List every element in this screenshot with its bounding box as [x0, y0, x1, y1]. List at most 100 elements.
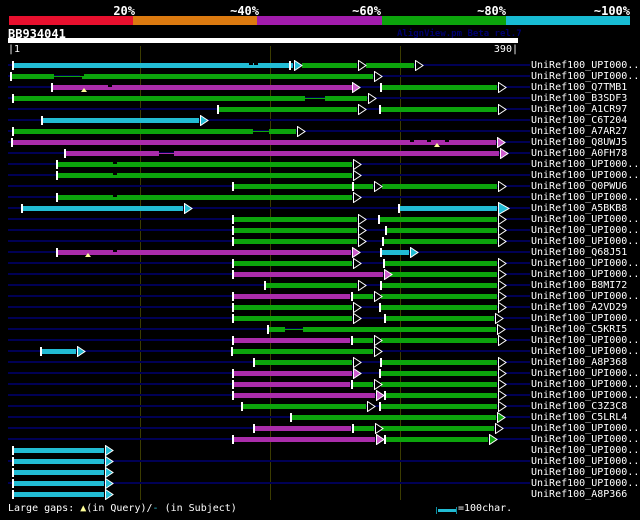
alignment-arrow-icon[interactable]: [498, 236, 507, 247]
alignment-bar[interactable]: [385, 316, 494, 321]
alignment-bar[interactable]: [233, 261, 352, 266]
alignment-bar[interactable]: [381, 426, 494, 431]
alignment-arrow-icon[interactable]: [358, 236, 367, 247]
subject-label[interactable]: UniRef100_A8P368: [531, 357, 627, 368]
alignment-arrow-icon[interactable]: [500, 148, 509, 159]
alignment-arrow-icon[interactable]: [489, 434, 498, 445]
subject-label[interactable]: UniRef100_C5LRL4: [531, 412, 627, 423]
alignment-arrow-icon[interactable]: [200, 115, 209, 126]
subject-label[interactable]: UniRef100_UPI000..: [531, 379, 639, 390]
subject-label[interactable]: UniRef100_UPI000..: [531, 258, 639, 269]
subject-label[interactable]: UniRef100_A1CR97: [531, 104, 627, 115]
alignment-arrow-icon[interactable]: [498, 291, 507, 302]
alignment-arrow-icon[interactable]: [358, 214, 367, 225]
subject-label[interactable]: UniRef100_A2VD29: [531, 302, 627, 313]
alignment-arrow-icon[interactable]: [498, 181, 507, 192]
alignment-arrow-icon[interactable]: [353, 170, 362, 181]
alignment-arrow-icon[interactable]: [368, 93, 377, 104]
alignment-arrow-icon[interactable]: [498, 302, 507, 313]
alignment-arrow-icon[interactable]: [374, 181, 383, 192]
alignment-arrow-icon[interactable]: [495, 423, 504, 434]
alignment-bar[interactable]: [13, 448, 104, 453]
alignment-bar[interactable]: [233, 338, 350, 343]
alignment-bar[interactable]: [82, 74, 373, 79]
subject-label[interactable]: UniRef100_UPI000..: [531, 368, 639, 379]
alignment-bar[interactable]: [254, 360, 352, 365]
alignment-arrow-icon[interactable]: [105, 445, 114, 456]
alignment-arrow-icon[interactable]: [105, 467, 114, 478]
alignment-arrow-icon[interactable]: [358, 60, 367, 71]
alignment-bar[interactable]: [381, 250, 409, 255]
alignment-bar[interactable]: [233, 393, 375, 398]
subject-label[interactable]: UniRef100_UPI000..: [531, 478, 639, 489]
subject-label[interactable]: UniRef100_UPI000..: [531, 313, 639, 324]
alignment-arrow-icon[interactable]: [353, 302, 362, 313]
alignment-arrow-icon[interactable]: [376, 390, 385, 401]
alignment-arrow-icon[interactable]: [498, 357, 507, 368]
alignment-bar[interactable]: [233, 228, 357, 233]
alignment-arrow-icon[interactable]: [384, 269, 393, 280]
subject-label[interactable]: UniRef100_UPI000..: [531, 236, 639, 247]
alignment-arrow-icon[interactable]: [410, 247, 419, 258]
alignment-bar[interactable]: [269, 129, 296, 134]
subject-label[interactable]: UniRef100_UPI000..: [531, 390, 639, 401]
alignment-bar[interactable]: [381, 338, 497, 343]
alignment-bar[interactable]: [232, 349, 373, 354]
alignment-arrow-icon[interactable]: [353, 258, 362, 269]
alignment-bar[interactable]: [233, 272, 383, 277]
alignment-bar[interactable]: [233, 371, 352, 376]
alignment-arrow-icon[interactable]: [498, 225, 507, 236]
alignment-arrow-icon[interactable]: [495, 313, 504, 324]
subject-label[interactable]: UniRef100_A7AR27: [531, 126, 627, 137]
alignment-arrow-icon[interactable]: [498, 401, 507, 412]
alignment-bar[interactable]: [52, 85, 352, 90]
alignment-arrow-icon[interactable]: [498, 214, 507, 225]
alignment-bar[interactable]: [265, 283, 357, 288]
alignment-arrow-icon[interactable]: [374, 71, 383, 82]
alignment-arrow-icon[interactable]: [353, 313, 362, 324]
alignment-bar[interactable]: [57, 195, 352, 200]
alignment-arrow-icon[interactable]: [498, 390, 507, 401]
alignment-bar[interactable]: [382, 184, 497, 189]
alignment-bar[interactable]: [268, 327, 285, 332]
subject-label[interactable]: UniRef100_A0FH78: [531, 148, 627, 159]
alignment-arrow-icon[interactable]: [297, 126, 306, 137]
alignment-arrow-icon[interactable]: [358, 280, 367, 291]
alignment-arrow-icon[interactable]: [105, 456, 114, 467]
alignment-bar[interactable]: [325, 96, 367, 101]
subject-label[interactable]: UniRef100_UPI000..: [531, 445, 639, 456]
subject-label[interactable]: UniRef100_UPI000..: [531, 225, 639, 236]
alignment-bar[interactable]: [233, 305, 352, 310]
alignment-bar[interactable]: [352, 382, 373, 387]
alignment-bar[interactable]: [381, 283, 497, 288]
alignment-bar[interactable]: [302, 63, 357, 68]
alignment-bar[interactable]: [381, 382, 497, 387]
alignment-arrow-icon[interactable]: [294, 60, 303, 71]
alignment-bar[interactable]: [13, 481, 104, 486]
alignment-bar[interactable]: [174, 151, 499, 156]
alignment-bar[interactable]: [385, 393, 497, 398]
alignment-bar[interactable]: [380, 371, 497, 376]
alignment-arrow-icon[interactable]: [498, 368, 507, 379]
alignment-arrow-icon[interactable]: [498, 379, 507, 390]
subject-label[interactable]: UniRef100_UPI000..: [531, 346, 639, 357]
alignment-bar[interactable]: [57, 162, 352, 167]
subject-label[interactable]: UniRef100_UPI000..: [531, 170, 639, 181]
alignment-arrow-icon[interactable]: [374, 291, 383, 302]
alignment-bar[interactable]: [352, 338, 373, 343]
alignment-bar[interactable]: [22, 206, 183, 211]
subject-label[interactable]: UniRef100_UPI000..: [531, 434, 639, 445]
alignment-arrow-icon[interactable]: [374, 379, 383, 390]
alignment-arrow-icon[interactable]: [352, 247, 361, 258]
subject-label[interactable]: UniRef100_UPI000..: [531, 71, 639, 82]
alignment-arrow-icon[interactable]: [77, 346, 86, 357]
alignment-bar[interactable]: [383, 239, 497, 244]
alignment-arrow-icon[interactable]: [498, 269, 507, 280]
subject-label[interactable]: UniRef100_UPI000..: [531, 269, 639, 280]
alignment-bar[interactable]: [254, 426, 351, 431]
subject-label[interactable]: UniRef100_UPI000..: [531, 214, 639, 225]
alignment-arrow-icon[interactable]: [184, 203, 193, 214]
alignment-bar[interactable]: [218, 107, 357, 112]
subject-label[interactable]: UniRef100_Q7TMB1: [531, 82, 627, 93]
alignment-bar[interactable]: [233, 316, 352, 321]
